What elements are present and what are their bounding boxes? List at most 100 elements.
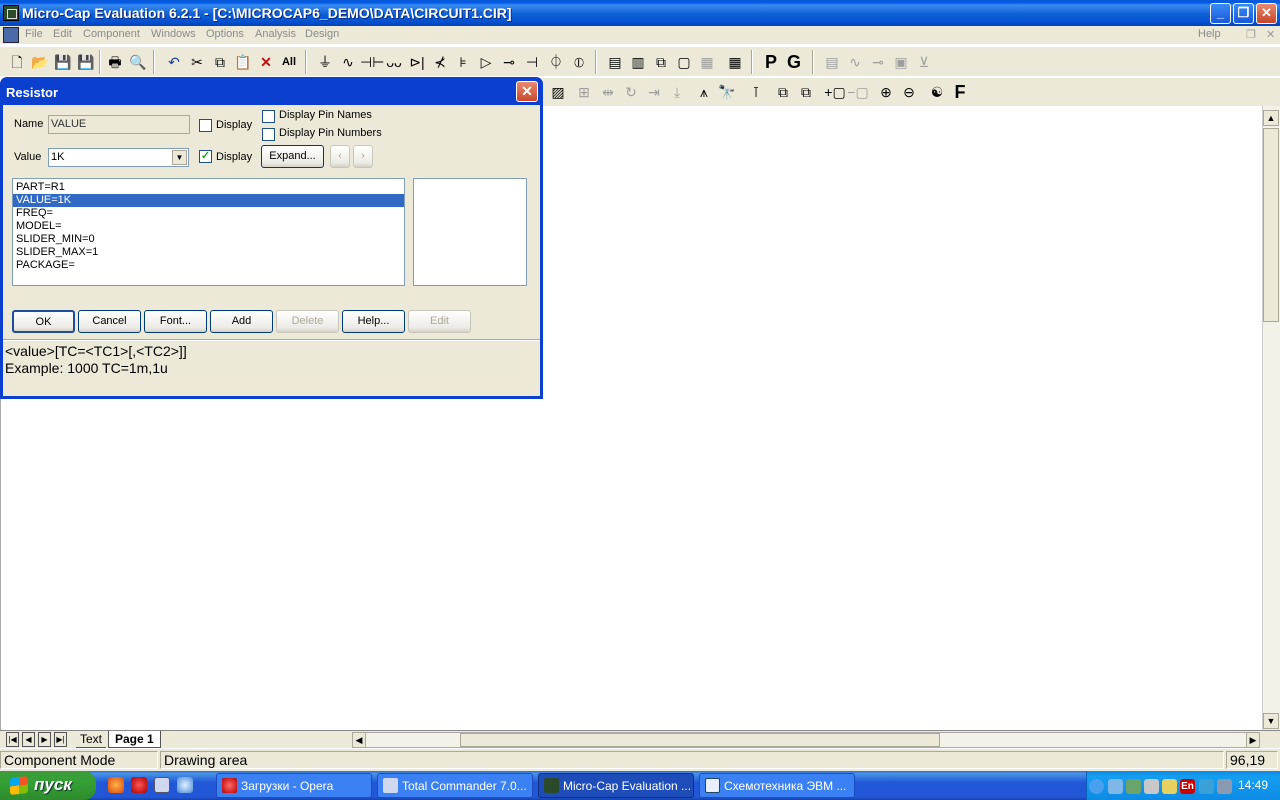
gate-icon[interactable]: ⊸	[498, 51, 520, 73]
properties-icon[interactable]: ▨	[547, 81, 569, 103]
list-item[interactable]: MODEL=	[13, 220, 404, 233]
select-all-icon[interactable]: All	[278, 51, 300, 73]
menu-design[interactable]: Design	[305, 28, 339, 40]
waveform-find-icon[interactable]: ⩚	[693, 81, 715, 103]
help-button[interactable]: Help...	[342, 310, 405, 333]
scroll-right-icon[interactable]: ▶	[1246, 732, 1260, 748]
flip-x-icon[interactable]: ⇥	[643, 81, 665, 103]
menu-edit[interactable]: Edit	[53, 28, 72, 40]
grid-icon[interactable]: ▤	[821, 51, 843, 73]
flip-y-icon[interactable]: ⤓	[666, 81, 688, 103]
paste-icon[interactable]: 📋	[232, 51, 254, 73]
tray-expand-icon[interactable]	[1089, 779, 1104, 794]
window-icon[interactable]: ▢	[673, 51, 695, 73]
tile-vertical-icon[interactable]: ▥	[627, 51, 649, 73]
tray-app-icon[interactable]	[1162, 779, 1177, 794]
value-display-checkbox[interactable]: ✓	[199, 150, 212, 163]
name-display-checkbox[interactable]	[199, 119, 212, 132]
list-item[interactable]: PACKAGE=	[13, 259, 404, 272]
ok-button[interactable]: OK	[12, 310, 75, 333]
attribute-list[interactable]: PART=R1 VALUE=1K FREQ= MODEL= SLIDER_MIN…	[12, 178, 405, 286]
waveform-icon[interactable]: ∿	[844, 51, 866, 73]
cancel-button[interactable]: Cancel	[78, 310, 141, 333]
undo-icon[interactable]: ↶	[163, 51, 185, 73]
scroll-up-icon[interactable]: ▲	[1263, 110, 1279, 126]
add-button[interactable]: Add	[210, 310, 273, 333]
tile-horizontal-icon[interactable]: ▤	[604, 51, 626, 73]
find-icon[interactable]: 🔭	[716, 81, 738, 103]
split-window-icon[interactable]: ▦	[696, 51, 718, 73]
task-opera[interactable]: Загрузки - Opera	[216, 773, 372, 798]
opera-icon[interactable]	[131, 777, 147, 793]
tab-page-1[interactable]: Page 1	[108, 731, 161, 748]
resistor-icon[interactable]: ∿	[337, 51, 359, 73]
zoom-out-icon[interactable]: ⊖	[898, 81, 920, 103]
delete-icon[interactable]: ✕	[255, 51, 277, 73]
edit-button[interactable]: Edit	[408, 310, 471, 333]
menu-windows[interactable]: Windows	[151, 28, 196, 40]
prev-arrow-icon[interactable]: ‹	[330, 145, 350, 168]
chevron-down-icon[interactable]: ▼	[172, 150, 187, 165]
mosfet-icon[interactable]: ⊧	[452, 51, 474, 73]
current-source-icon[interactable]: ⦶	[568, 51, 590, 73]
display-icon[interactable]	[1217, 779, 1232, 794]
tab-text[interactable]: Text	[76, 732, 107, 748]
component-icon[interactable]: ▣	[890, 51, 912, 73]
horizontal-scroll-thumb[interactable]	[460, 733, 940, 747]
list-item[interactable]: FREQ=	[13, 207, 404, 220]
rotate-icon[interactable]: ↻	[620, 81, 642, 103]
capacitor-icon[interactable]: ⊣⊢	[360, 51, 384, 73]
close-button[interactable]: ✕	[1256, 3, 1277, 24]
display-pin-numbers-checkbox[interactable]	[262, 128, 275, 141]
menu-component[interactable]: Component	[83, 28, 140, 40]
value-combobox[interactable]: 1K ▼	[48, 148, 189, 167]
zoom-in-icon[interactable]: ⊕	[875, 81, 897, 103]
cut-icon[interactable]: ✂	[186, 51, 208, 73]
first-page-icon[interactable]: |◀	[6, 732, 19, 747]
language-indicator[interactable]: En	[1180, 779, 1195, 794]
copy-icon[interactable]: ⧉	[209, 51, 231, 73]
add-page-icon[interactable]: +▢	[824, 81, 846, 103]
next-arrow-icon[interactable]: ›	[353, 145, 373, 168]
volume-icon[interactable]	[1144, 779, 1159, 794]
diode-icon[interactable]: ⊳|	[406, 51, 428, 73]
menu-help[interactable]: Help	[1198, 28, 1221, 40]
menu-file[interactable]: File	[25, 28, 43, 40]
expand-button[interactable]: Expand...	[261, 145, 324, 168]
list-item-selected[interactable]: VALUE=1K	[13, 194, 404, 207]
prev-page-icon[interactable]: ◀	[22, 732, 35, 747]
tray-app-icon[interactable]	[1126, 779, 1141, 794]
app-icon[interactable]	[3, 5, 19, 21]
minimize-button[interactable]: _	[1210, 3, 1231, 24]
source-icon[interactable]: ⏀	[545, 51, 567, 73]
list-item[interactable]: PART=R1	[13, 181, 404, 194]
mdi-restore-icon[interactable]: ❐	[1246, 28, 1256, 41]
display-pin-names-checkbox[interactable]	[262, 110, 275, 123]
total-commander-icon[interactable]	[154, 777, 170, 793]
font-button[interactable]: F	[949, 81, 971, 103]
calculator-icon[interactable]: ▦	[724, 51, 746, 73]
restore-button[interactable]: ❐	[1233, 3, 1254, 24]
tray-app-icon[interactable]	[1199, 779, 1214, 794]
task-total-commander[interactable]: Total Commander 7.0...	[377, 773, 533, 798]
inductor-icon[interactable]: ᴗᴗ	[383, 51, 405, 73]
ground-icon[interactable]: ⏚	[314, 51, 336, 73]
opamp-icon[interactable]: ▷	[475, 51, 497, 73]
print-icon[interactable]: 🖶	[104, 51, 126, 73]
cascade-icon[interactable]: ⧉	[650, 51, 672, 73]
step-icon[interactable]: ⊞	[573, 81, 595, 103]
save-icon[interactable]: 💾	[52, 51, 74, 73]
next-page-icon[interactable]: ▶	[38, 732, 51, 747]
last-page-icon[interactable]: ▶|	[54, 732, 67, 747]
list-item[interactable]: SLIDER_MIN=0	[13, 233, 404, 246]
send-back-icon[interactable]: ⧉	[795, 81, 817, 103]
probe-icon[interactable]: ⊸	[867, 51, 889, 73]
dialog-close-button[interactable]: ✕	[516, 81, 538, 102]
font-dialog-button[interactable]: Font...	[144, 310, 207, 333]
firefox-icon[interactable]	[108, 777, 124, 793]
mdi-close-icon[interactable]: ✕	[1266, 28, 1275, 41]
delete-button[interactable]: Delete	[276, 310, 339, 333]
save-all-icon[interactable]: 💾	[75, 51, 97, 73]
g-button[interactable]: G	[783, 51, 805, 73]
bring-front-icon[interactable]: ⧉	[772, 81, 794, 103]
